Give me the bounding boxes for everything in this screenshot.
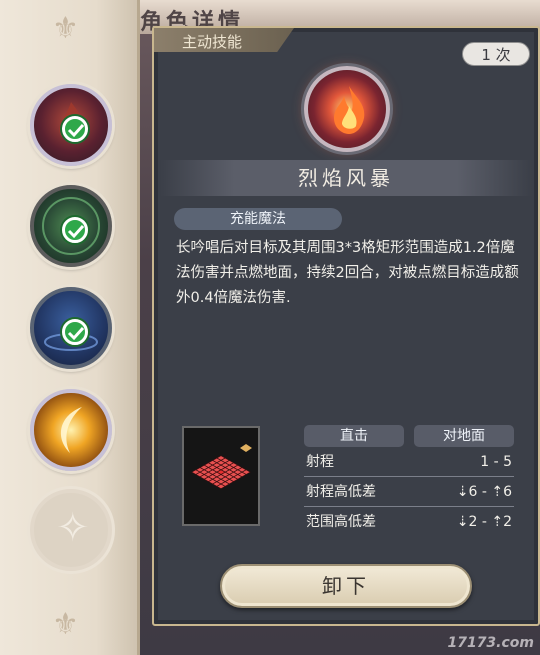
skill-rail: ⚜ ✧ ⚜ xyxy=(0,0,140,655)
stat-row-area-height: 范围高低差 ⇣2 - ⇡2 xyxy=(304,507,514,537)
check-icon xyxy=(62,319,88,345)
unload-button[interactable]: 卸下 xyxy=(220,564,472,608)
skill-slot-arcane[interactable] xyxy=(30,287,112,369)
skill-slot-locked[interactable]: ✧ xyxy=(30,489,112,571)
stat-row-range-height: 射程高低差 ⇣6 - ⇡6 xyxy=(304,477,514,507)
skill-slot-light[interactable] xyxy=(30,389,112,471)
fleur-ornament-icon: ⚜ xyxy=(52,11,79,46)
skill-main-icon xyxy=(304,66,390,152)
flame-icon xyxy=(334,86,365,134)
skill-name: 烈焰风暴 xyxy=(298,166,394,190)
skill-description: 长吟唱后对目标及其周围3*3格矩形范围造成1.2倍魔法伤害并点燃地面，持续2回合… xyxy=(176,240,519,306)
skill-detail-panel: 主动技能 1 次 烈焰风暴 充能魔法 长吟唱后对目标及其周围3*3格矩形范围造成… xyxy=(152,26,540,626)
light-slash-icon xyxy=(60,407,82,453)
use-count-badge: 1 次 xyxy=(462,42,530,66)
watermark-logo: 17173.com xyxy=(447,635,534,651)
skill-type-pill: 充能魔法 xyxy=(174,208,342,230)
stat-header-direct: 直击 xyxy=(304,425,404,447)
skill-slot-nature[interactable] xyxy=(30,185,112,267)
fleur-ornament-icon: ⚜ xyxy=(52,607,79,642)
stat-label: 射程 xyxy=(306,454,334,470)
range-grid-preview xyxy=(182,426,260,526)
check-icon xyxy=(62,217,88,243)
check-icon xyxy=(62,116,88,142)
stat-value: ⇣6 - ⇡6 xyxy=(456,484,512,500)
stat-value: ⇣2 - ⇡2 xyxy=(456,514,512,530)
stat-row-range: 射程 1 - 5 xyxy=(304,447,514,477)
stat-label: 射程高低差 xyxy=(306,484,376,500)
active-skill-tab: 主动技能 xyxy=(154,28,294,52)
stat-headers: 直击 对地面 xyxy=(304,425,514,447)
skill-slot-fire[interactable] xyxy=(30,84,112,166)
range-diamond-grid xyxy=(191,444,252,489)
stat-label: 范围高低差 xyxy=(306,514,376,530)
stat-header-ground: 对地面 xyxy=(414,425,514,447)
staff-sparkle-icon: ✧ xyxy=(56,505,90,551)
skill-stats: 直击 对地面 射程 1 - 5 射程高低差 ⇣6 - ⇡6 范围高低差 ⇣2 -… xyxy=(304,425,514,537)
caster-cell xyxy=(240,444,252,452)
stat-value: 1 - 5 xyxy=(480,454,512,470)
